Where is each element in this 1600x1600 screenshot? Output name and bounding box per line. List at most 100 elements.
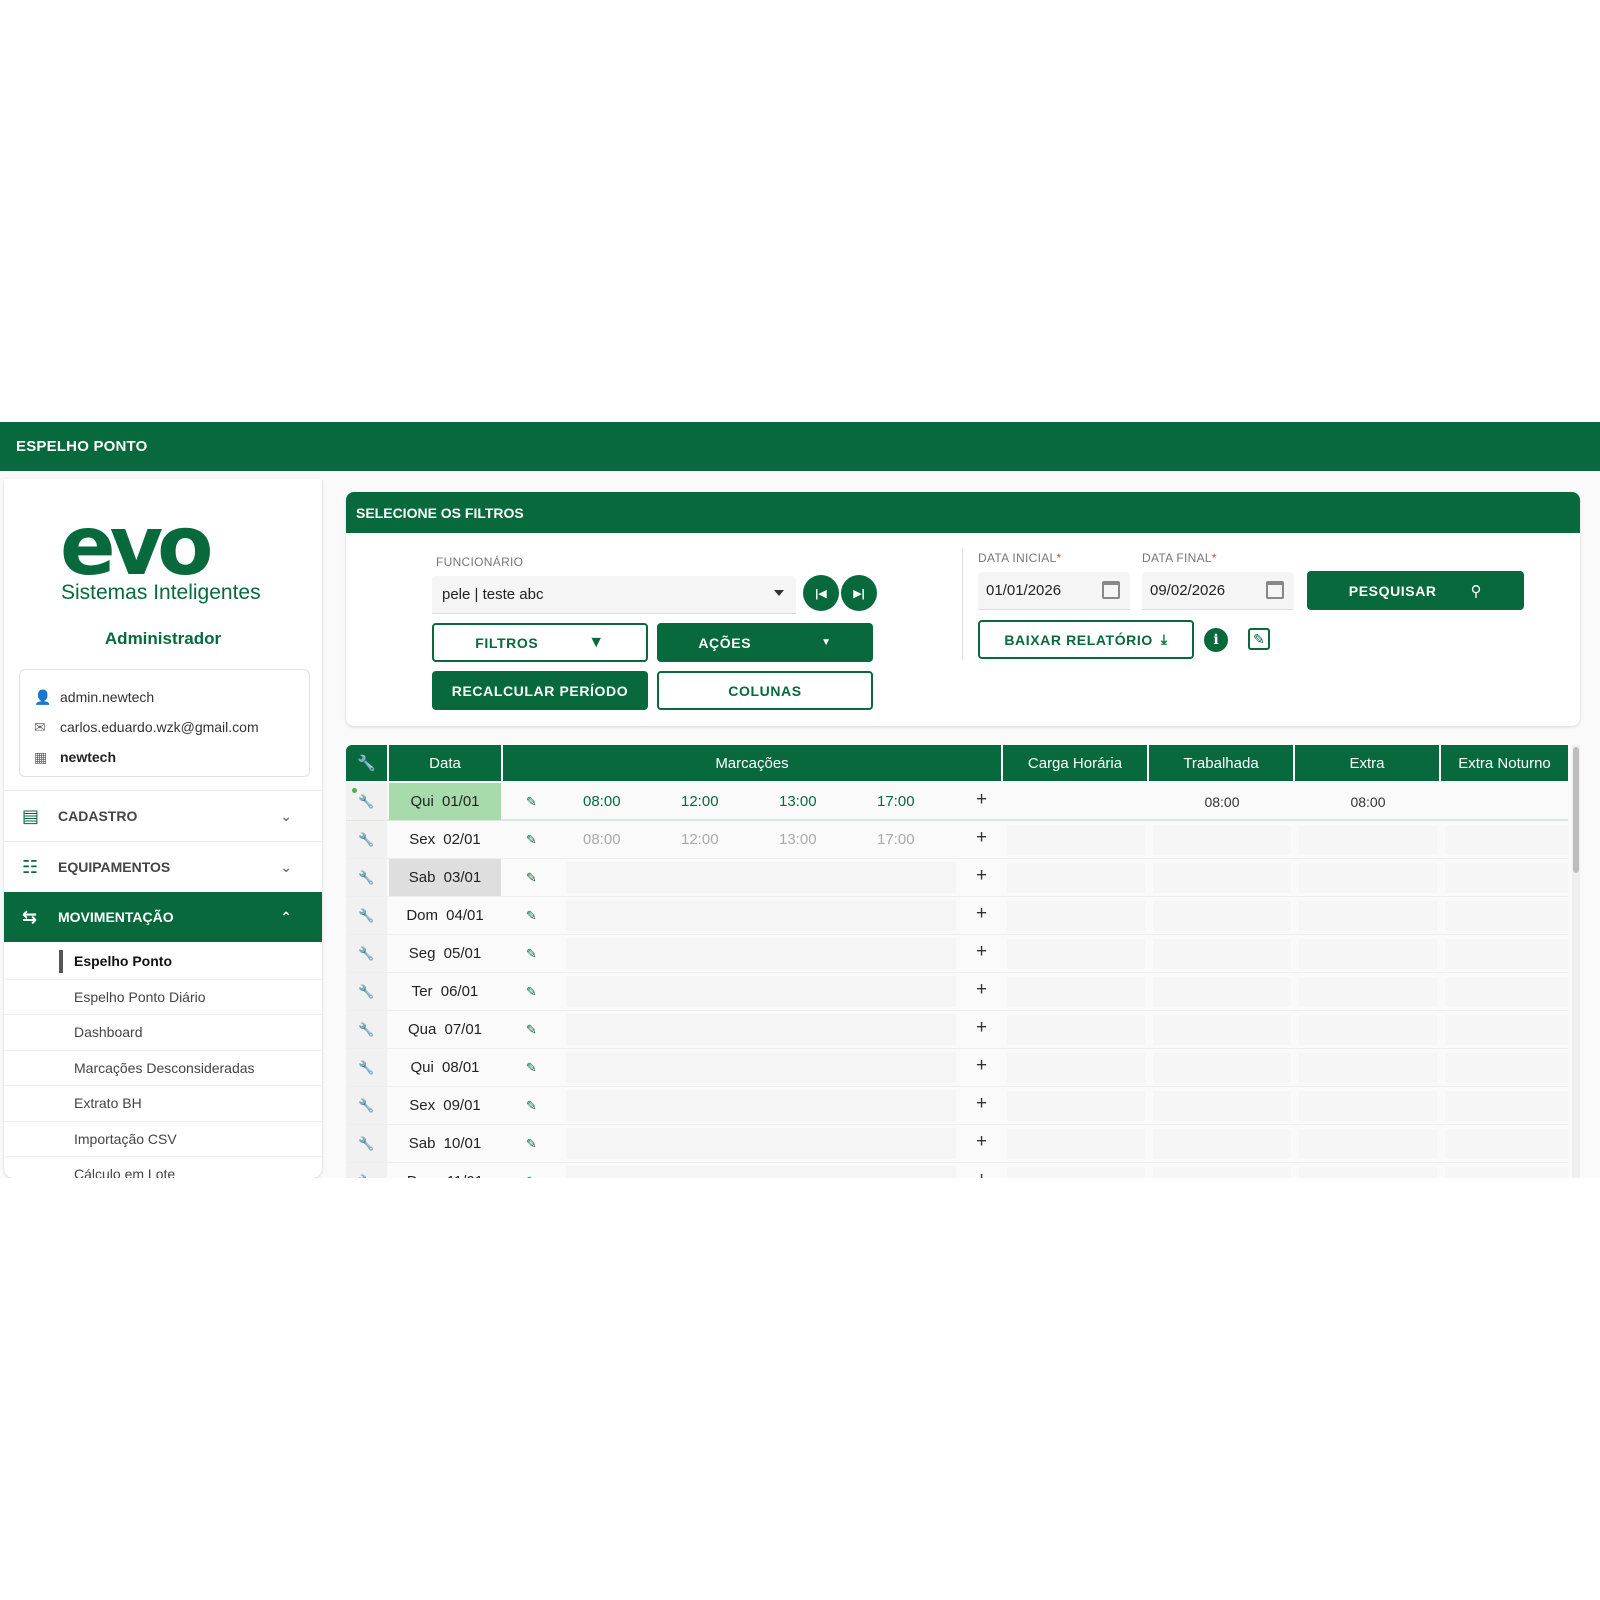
add-mark-icon[interactable]: + bbox=[976, 979, 987, 1001]
marks-area[interactable] bbox=[566, 1166, 956, 1178]
time-mark[interactable]: 17:00 bbox=[877, 793, 915, 810]
carga-horaria-cell bbox=[1007, 901, 1145, 931]
pesquisar-button[interactable]: PESQUISAR ⚲ bbox=[1307, 571, 1524, 610]
row-tools-button[interactable]: 🔧 bbox=[346, 935, 387, 972]
row-tools-button[interactable]: 🔧 bbox=[346, 859, 387, 896]
pencil-icon[interactable]: ✎ bbox=[526, 946, 537, 962]
marks-area[interactable] bbox=[566, 976, 956, 1007]
add-mark-icon[interactable]: + bbox=[976, 903, 987, 925]
submenu-espelho-ponto[interactable]: Espelho Ponto bbox=[4, 944, 322, 980]
row-date: Qui 01/01 bbox=[389, 783, 501, 820]
submenu-extrato-bh[interactable]: Extrato BH bbox=[4, 1086, 322, 1122]
add-mark-icon[interactable]: + bbox=[976, 827, 987, 849]
wrench-icon: 🔧 bbox=[358, 793, 375, 809]
submenu-importacao-csv[interactable]: Importação CSV bbox=[4, 1122, 322, 1157]
submenu-espelho-ponto-diario[interactable]: Espelho Ponto Diário bbox=[4, 980, 322, 1015]
menu-movimentacao[interactable]: ⇆ MOVIMENTAÇÃO ⌃ bbox=[4, 892, 322, 942]
extra-noturno-cell bbox=[1445, 1053, 1568, 1083]
submenu-dashboard[interactable]: Dashboard bbox=[4, 1015, 322, 1051]
chevron-down-icon: ⌄ bbox=[280, 858, 292, 875]
row-tools-button[interactable]: 🔧 bbox=[346, 1163, 387, 1178]
row-tools-button[interactable]: 🔧 bbox=[346, 973, 387, 1010]
data-final-input[interactable]: 09/02/2026 bbox=[1142, 572, 1294, 610]
add-mark-icon[interactable]: + bbox=[976, 1017, 987, 1039]
info-icon[interactable]: i bbox=[1204, 628, 1228, 652]
baixar-relatorio-button[interactable]: BAIXAR RELATÓRIO ⤓ bbox=[978, 620, 1194, 659]
edit-icon[interactable]: ✎ bbox=[1248, 628, 1270, 650]
marks-area[interactable] bbox=[566, 1128, 956, 1159]
calendar-icon[interactable] bbox=[1266, 581, 1284, 599]
menu-equipamentos-label: EQUIPAMENTOS bbox=[58, 859, 171, 875]
time-mark[interactable]: 13:00 bbox=[779, 831, 817, 848]
acoes-button[interactable]: AÇÕES ▼ bbox=[657, 623, 873, 662]
add-mark-icon[interactable]: + bbox=[976, 1131, 987, 1153]
baixar-label: BAIXAR RELATÓRIO bbox=[1004, 631, 1153, 648]
pencil-icon[interactable]: ✎ bbox=[526, 794, 537, 810]
wrench-icon: 🔧 bbox=[358, 831, 375, 847]
data-final-value: 09/02/2026 bbox=[1150, 582, 1226, 599]
funcionario-select[interactable]: pele | teste abc bbox=[432, 576, 796, 614]
pencil-icon[interactable]: ✎ bbox=[526, 984, 537, 1000]
add-mark-icon[interactable]: + bbox=[976, 865, 987, 887]
submenu-calculo-em-lote[interactable]: Cálculo em Lote bbox=[4, 1157, 322, 1178]
time-mark[interactable]: 08:00 bbox=[583, 831, 621, 848]
time-mark[interactable]: 12:00 bbox=[681, 831, 719, 848]
row-tools-button[interactable]: 🔧 bbox=[346, 897, 387, 934]
first-employee-button[interactable]: |◀ bbox=[803, 575, 839, 611]
calendar-icon[interactable] bbox=[1102, 581, 1120, 599]
marks-area[interactable] bbox=[566, 1052, 956, 1083]
menu-cadastro[interactable]: ▤ CADASTRO ⌄ bbox=[4, 790, 322, 841]
pencil-icon[interactable]: ✎ bbox=[526, 1136, 537, 1152]
pencil-icon[interactable]: ✎ bbox=[526, 832, 537, 848]
colunas-button[interactable]: COLUNAS bbox=[657, 671, 873, 710]
scrollbar-thumb[interactable] bbox=[1573, 747, 1579, 873]
swap-arrows-icon: ⇆ bbox=[22, 906, 38, 927]
row-tools-button[interactable]: 🔧 bbox=[346, 1087, 387, 1124]
menu-equipamentos[interactable]: ☷ EQUIPAMENTOS ⌄ bbox=[4, 841, 322, 892]
next-employee-button[interactable]: ▶| bbox=[841, 575, 877, 611]
row-tools-button[interactable]: 🔧 bbox=[346, 1049, 387, 1086]
row-date: Ter 06/01 bbox=[411, 983, 479, 1000]
wrench-icon: 🔧 bbox=[357, 755, 376, 772]
marks-area[interactable] bbox=[566, 900, 956, 931]
table-scrollbar[interactable] bbox=[1572, 745, 1580, 1178]
row-tools-button[interactable]: 🔧 bbox=[346, 783, 387, 820]
marks-area[interactable] bbox=[566, 938, 956, 969]
marks-area[interactable] bbox=[566, 1014, 956, 1045]
row-date: Sab 10/01 bbox=[408, 1135, 482, 1152]
table-header: 🔧 Data Marcações Carga Horária Trabalhad… bbox=[346, 745, 1568, 781]
pencil-icon[interactable]: ✎ bbox=[526, 870, 537, 886]
add-mark-icon[interactable]: + bbox=[976, 941, 987, 963]
header-tools[interactable]: 🔧 bbox=[346, 745, 389, 781]
pencil-icon[interactable]: ✎ bbox=[526, 1174, 537, 1178]
time-mark[interactable]: 08:00 bbox=[583, 793, 621, 810]
time-mark[interactable]: 17:00 bbox=[877, 831, 915, 848]
add-mark-icon[interactable]: + bbox=[976, 1169, 987, 1178]
carga-horaria-cell bbox=[1007, 977, 1145, 1007]
header-marcacoes: Marcações bbox=[503, 745, 1003, 781]
pencil-icon[interactable]: ✎ bbox=[526, 1098, 537, 1114]
time-mark[interactable]: 12:00 bbox=[681, 793, 719, 810]
recalcular-periodo-button[interactable]: RECALCULAR PERÍODO bbox=[432, 671, 648, 710]
header-trabalhada: Trabalhada bbox=[1149, 745, 1295, 781]
marks-area[interactable] bbox=[566, 1090, 956, 1121]
add-mark-icon[interactable]: + bbox=[976, 1093, 987, 1115]
header-carga-horaria: Carga Horária bbox=[1003, 745, 1149, 781]
data-inicial-input[interactable]: 01/01/2026 bbox=[978, 572, 1130, 610]
row-tools-button[interactable]: 🔧 bbox=[346, 1011, 387, 1048]
pencil-icon[interactable]: ✎ bbox=[526, 908, 537, 924]
marks-area[interactable] bbox=[566, 862, 956, 893]
submenu-marcacoes-desconsideradas[interactable]: Marcações Desconsideradas bbox=[4, 1051, 322, 1086]
pencil-icon[interactable]: ✎ bbox=[526, 1022, 537, 1038]
add-mark-icon[interactable]: + bbox=[976, 1055, 987, 1077]
timesheet-table: 🔧 Data Marcações Carga Horária Trabalhad… bbox=[346, 745, 1580, 1178]
time-mark[interactable]: 13:00 bbox=[779, 793, 817, 810]
row-tools-button[interactable]: 🔧 bbox=[346, 1125, 387, 1162]
filtros-button[interactable]: FILTROS ▼ bbox=[432, 623, 648, 662]
carga-horaria-cell bbox=[1007, 939, 1145, 969]
wrench-icon: 🔧 bbox=[358, 1174, 374, 1179]
add-mark-icon[interactable]: + bbox=[976, 789, 987, 811]
pencil-icon[interactable]: ✎ bbox=[526, 1060, 537, 1076]
table-row: 🔧 Sex 02/01 ✎ 08:00 12:00 13:00 17:00 + bbox=[346, 821, 1568, 859]
row-tools-button[interactable]: 🔧 bbox=[346, 821, 387, 858]
